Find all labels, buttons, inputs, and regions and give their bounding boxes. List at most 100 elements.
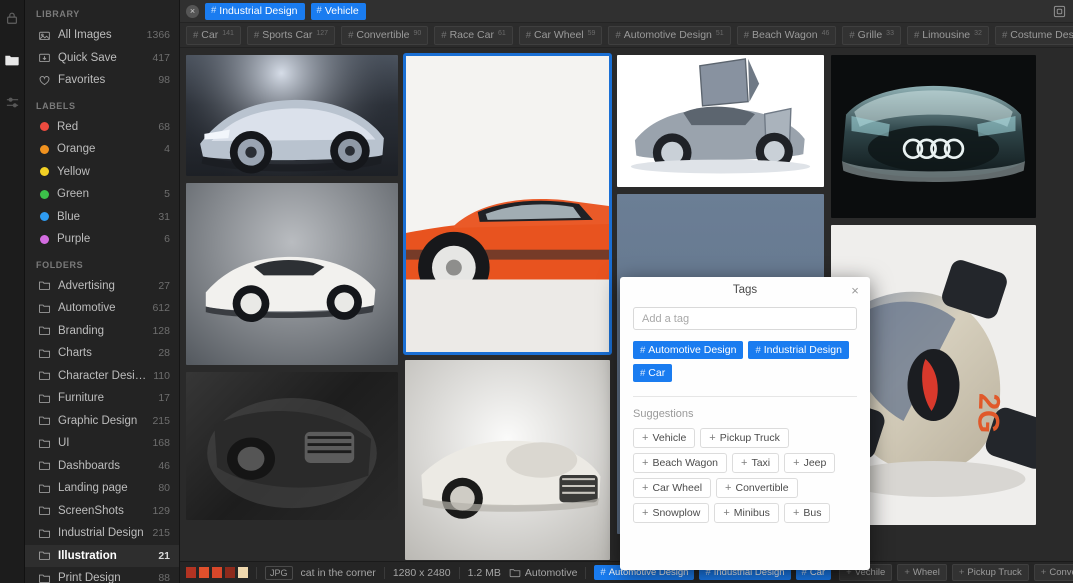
sidebar-label-purple[interactable]: Purple 6 — [25, 228, 179, 251]
tag-label: Pickup Truck — [719, 432, 780, 444]
active-filter-tag[interactable]: # Vehicle — [310, 2, 366, 20]
sidebar-item-count: 417 — [152, 51, 170, 64]
thumb-orange-classic-car[interactable] — [403, 53, 612, 355]
sidebar-folder-label: ScreenShots — [58, 504, 124, 517]
sidebar-label-count: 4 — [164, 143, 170, 156]
applied-tag[interactable]: # Automotive Design — [633, 341, 744, 359]
divider — [585, 566, 587, 579]
tag-chip[interactable]: # Beach Wagon 46 — [736, 25, 837, 45]
tag-suggestion-strip[interactable]: # Car 141 # Sports Car 127 # Convertible 90 # Race… — [180, 23, 1073, 48]
hash-icon: # — [640, 344, 646, 356]
tag-count: 127 — [316, 29, 329, 37]
sidebar-folder-branding[interactable]: Branding 128 — [25, 320, 179, 343]
tag-chip[interactable]: # Car 141 — [186, 25, 241, 45]
sidebar-folder-furniture[interactable]: Furniture 17 — [25, 387, 179, 410]
applied-tag[interactable]: # Industrial Design — [748, 341, 849, 359]
suggestion-tag[interactable]: + Convertible — [716, 478, 798, 498]
applied-tag[interactable]: # Car — [633, 364, 673, 382]
status-suggestion-tag[interactable]: +Convertible — [1033, 564, 1073, 581]
thumb-audi-front-render[interactable] — [831, 55, 1036, 218]
suggestion-tag[interactable]: + Snowplow — [633, 503, 710, 523]
thumb-suv-sketch-doors-open[interactable] — [617, 55, 824, 187]
tag-suggestions-list: + Vehicle + Pickup Truck + Beach Wagon + Taxi + J… — [633, 428, 857, 523]
file-folder[interactable]: Automotive — [509, 566, 578, 579]
sidebar-folder-dashboards[interactable]: Dashboards 46 — [25, 455, 179, 478]
sidebar-folder-label: Illustration — [58, 549, 117, 562]
status-suggestion-tag[interactable]: + Pickup Truck — [951, 564, 1029, 581]
sidebar-label-orange[interactable]: Orange 4 — [25, 138, 179, 161]
suggestion-tag[interactable]: + Beach Wagon — [633, 453, 728, 473]
tag-chip[interactable]: #Costume Design21 — [994, 25, 1073, 45]
sidebar-folders-list: Advertising 27 Automotive 612 Branding 128 Cha… — [25, 275, 179, 583]
thumb-white-coupe-pair[interactable] — [186, 183, 398, 365]
sidebar-label-red[interactable]: Red 68 — [25, 116, 179, 139]
hash-icon: # — [640, 367, 646, 379]
heart-icon — [38, 74, 51, 87]
tag-label: Vehicle — [652, 432, 687, 444]
sidebar-folder-character-design[interactable]: Character Design 110 — [25, 365, 179, 388]
tag-chip[interactable]: # Convertible 90 — [341, 25, 429, 45]
hash-icon: # — [441, 29, 447, 41]
sidebar-folder-print-design[interactable]: Print Design 88 — [25, 567, 179, 583]
tag-count: 33 — [886, 29, 894, 37]
hash-icon: # — [211, 5, 217, 16]
thumb-dark-car-detail[interactable] — [186, 372, 398, 520]
sidebar-label-yellow[interactable]: Yellow — [25, 161, 179, 184]
color-dot-blue — [40, 212, 49, 222]
suggestion-tag[interactable]: + Car Wheel — [633, 478, 712, 498]
suggestion-tag[interactable]: + Taxi — [732, 453, 780, 473]
tag-chip[interactable]: # Limousine 32 — [906, 25, 989, 45]
sidebar-scroll[interactable]: LIBRARY All Images 1366 Quick Save 417 Favor… — [25, 0, 179, 583]
sidebar-folder-screenshots[interactable]: ScreenShots 129 — [25, 500, 179, 523]
folder-icon[interactable] — [2, 50, 22, 70]
file-name: cat in the corner — [300, 566, 376, 579]
sidebar-folder-illustration[interactable]: Illustration 21 — [25, 544, 179, 567]
tag-chip[interactable]: # Race Car 61 — [434, 25, 513, 45]
suggestion-tag[interactable]: + Vehicle — [633, 428, 696, 448]
close-icon[interactable]: × — [848, 283, 862, 297]
tag-label: Convertible — [1049, 567, 1073, 578]
suggestion-tag[interactable]: + Minibus — [714, 503, 779, 523]
view-mode-icon[interactable] — [1051, 3, 1067, 19]
sidebar-folder-automotive[interactable]: Automotive 612 — [25, 297, 179, 320]
tag-chip[interactable]: # Automotive Design 51 — [608, 25, 731, 45]
add-tag-input[interactable] — [633, 307, 857, 330]
active-filter-tag[interactable]: # Industrial Design — [205, 2, 305, 20]
file-folder-label: Automotive — [524, 566, 578, 579]
color-swatch — [199, 567, 209, 578]
sidebar-folder-industrial-design[interactable]: Industrial Design 215 — [25, 522, 179, 545]
status-suggestion-tag[interactable]: + Wheel — [897, 564, 947, 581]
tag-label: Limousine — [922, 28, 971, 41]
tags-popover-body: #Automotive Design#Industrial Design #Car… — [620, 303, 870, 570]
thumb-silver-concept-car[interactable] — [186, 55, 398, 176]
file-size: 1.2 MB — [467, 566, 501, 579]
sidebar-item-favorites[interactable]: Favorites 98 — [25, 69, 179, 92]
suggestion-tag[interactable]: + Jeep — [784, 453, 836, 473]
sidebar-item-all-images[interactable]: All Images 1366 — [25, 24, 179, 47]
tag-chip[interactable]: # Grille 33 — [842, 25, 901, 45]
svg-text:2G: 2G — [971, 393, 1005, 434]
thumb-white-roadster[interactable] — [405, 360, 610, 560]
filter-bar-right — [1051, 3, 1067, 19]
sidebar-label-blue[interactable]: Blue 31 — [25, 206, 179, 229]
tag-chip[interactable]: # Car Wheel 59 — [518, 25, 603, 45]
sliders-icon[interactable] — [2, 92, 22, 112]
filter-bar: × # Industrial Design # Vehicle — [180, 0, 1073, 23]
sidebar-folder-graphic-design[interactable]: Graphic Design 215 — [25, 410, 179, 433]
sidebar-label-text: Orange — [57, 143, 96, 156]
plus-icon: + — [642, 506, 649, 519]
tag-chip[interactable]: # Sports Car 127 — [246, 25, 336, 45]
clear-filters-button[interactable]: × — [186, 4, 199, 18]
sidebar-folder-ui[interactable]: UI 168 — [25, 432, 179, 455]
folder-icon — [38, 527, 51, 540]
sidebar-item-quick-save[interactable]: Quick Save 417 — [25, 47, 179, 70]
plus-icon: + — [958, 567, 965, 578]
sidebar-folder-advertising[interactable]: Advertising 27 — [25, 275, 179, 298]
lock-icon[interactable] — [2, 8, 22, 28]
suggestion-tag[interactable]: + Pickup Truck — [700, 428, 789, 448]
plus-icon: + — [709, 431, 716, 444]
sidebar-folder-landing-page[interactable]: Landing page 80 — [25, 477, 179, 500]
sidebar-folder-charts[interactable]: Charts 28 — [25, 342, 179, 365]
suggestion-tag[interactable]: + Bus — [783, 503, 831, 523]
sidebar-label-green[interactable]: Green 5 — [25, 183, 179, 206]
